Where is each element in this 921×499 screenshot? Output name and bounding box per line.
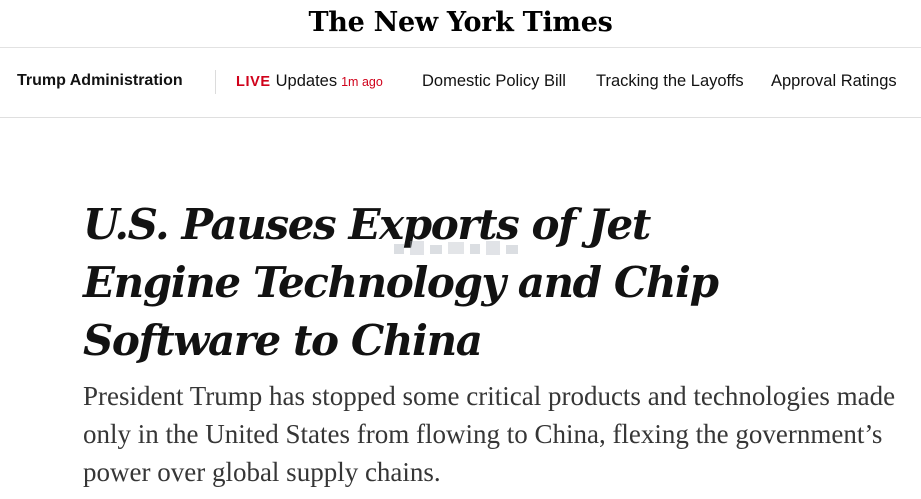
nav-section-trump-administration[interactable]: Trump Administration: [17, 72, 183, 90]
article-summary: President Trump has stopped some critica…: [83, 381, 896, 487]
live-badge: LIVE: [236, 74, 271, 90]
nyt-logo[interactable]: The New York Times: [309, 7, 613, 38]
nav-live-updates-link[interactable]: LIVE Updates 1m ago: [236, 72, 383, 91]
nav-link-tracking-the-layoffs[interactable]: Tracking the Layoffs: [596, 72, 744, 91]
section-nav-bar: Trump Administration LIVE Updates 1m ago D…: [0, 48, 921, 118]
live-timestamp: 1m ago: [341, 75, 383, 89]
nav-link-domestic-policy-bill[interactable]: Domestic Policy Bill: [422, 72, 566, 91]
live-updates-label: Updates: [275, 72, 338, 90]
nav-link-approval-ratings[interactable]: Approval Ratings: [771, 72, 897, 91]
article-headline: U.S. Pauses Exports of Jet Engine Techno…: [83, 200, 719, 365]
nav-divider: [215, 70, 216, 94]
masthead: The New York Times: [0, 0, 921, 48]
